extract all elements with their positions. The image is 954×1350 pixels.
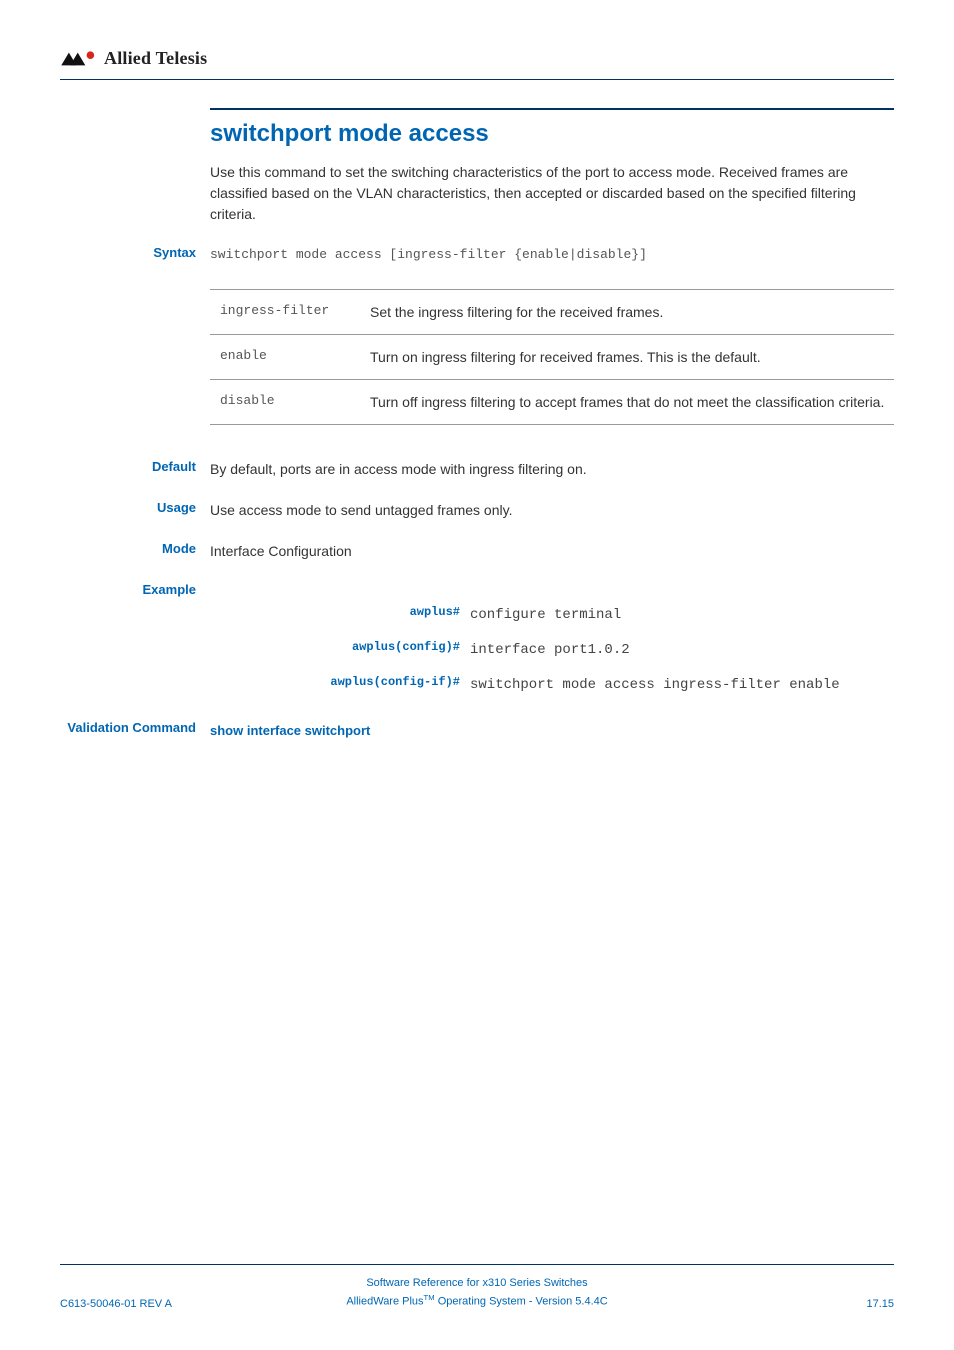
example-prompt: awplus(config)# bbox=[210, 640, 470, 654]
param-desc: Turn on ingress filtering for received f… bbox=[370, 334, 894, 379]
validation-link[interactable]: show interface switchport bbox=[210, 723, 370, 738]
allied-telesis-icon bbox=[60, 50, 98, 68]
param-desc: Set the ingress filtering for the receiv… bbox=[370, 289, 894, 334]
page-footer: C613-50046-01 REV A Software Reference f… bbox=[60, 1264, 894, 1310]
param-name: ingress-filter bbox=[210, 289, 370, 334]
example-line: awplus# configure terminal bbox=[210, 605, 894, 626]
mode-label: Mode bbox=[60, 541, 210, 556]
parameter-table: ingress-filter Set the ingress filtering… bbox=[210, 289, 894, 426]
footer-page-number: 17.15 bbox=[686, 1298, 895, 1310]
footer-title: Software Reference for x310 Series Switc… bbox=[269, 1275, 686, 1292]
example-label: Example bbox=[60, 582, 210, 597]
param-desc: Turn off ingress filtering to accept fra… bbox=[370, 380, 894, 425]
footer-divider bbox=[60, 1264, 894, 1265]
default-text: By default, ports are in access mode wit… bbox=[210, 459, 894, 480]
usage-label: Usage bbox=[60, 500, 210, 515]
brand-logo: Allied Telesis bbox=[60, 48, 894, 69]
example-command: configure terminal bbox=[470, 605, 894, 626]
footer-subtitle: AlliedWare PlusTM Operating System - Ver… bbox=[269, 1292, 686, 1310]
footer-tm: TM bbox=[424, 1293, 435, 1302]
table-row: enable Turn on ingress filtering for rec… bbox=[210, 334, 894, 379]
example-command: interface port1.0.2 bbox=[470, 640, 894, 661]
mode-text: Interface Configuration bbox=[210, 541, 894, 562]
syntax-label: Syntax bbox=[60, 245, 210, 260]
table-row: ingress-filter Set the ingress filtering… bbox=[210, 289, 894, 334]
param-name: disable bbox=[210, 380, 370, 425]
footer-row: C613-50046-01 REV A Software Reference f… bbox=[60, 1275, 894, 1310]
param-name: enable bbox=[210, 334, 370, 379]
footer-doc-id: C613-50046-01 REV A bbox=[60, 1298, 269, 1310]
header-divider bbox=[60, 79, 894, 80]
validation-section: Validation Command show interface switch… bbox=[210, 720, 894, 741]
intro-text: Use this command to set the switching ch… bbox=[210, 162, 894, 225]
command-title: switchport mode access bbox=[210, 120, 894, 148]
example-block: awplus# configure terminal awplus(config… bbox=[210, 605, 894, 696]
main-content: switchport mode access Use this command … bbox=[210, 108, 894, 741]
example-line: awplus(config)# interface port1.0.2 bbox=[210, 640, 894, 661]
example-prompt: awplus(config-if)# bbox=[210, 675, 470, 689]
title-divider bbox=[210, 108, 894, 110]
syntax-text: switchport mode access [ingress-filter {… bbox=[210, 245, 894, 265]
table-row: disable Turn off ingress filtering to ac… bbox=[210, 380, 894, 425]
syntax-section: Syntax switchport mode access [ingress-f… bbox=[210, 245, 894, 265]
mode-section: Mode Interface Configuration bbox=[210, 541, 894, 562]
brand-text: Allied Telesis bbox=[104, 48, 207, 69]
validation-label: Validation Command bbox=[60, 720, 210, 737]
usage-text: Use access mode to send untagged frames … bbox=[210, 500, 894, 521]
default-section: Default By default, ports are in access … bbox=[210, 459, 894, 480]
example-command: switchport mode access ingress-filter en… bbox=[470, 675, 894, 696]
example-section: Example bbox=[210, 582, 894, 597]
example-prompt: awplus# bbox=[210, 605, 470, 619]
example-line: awplus(config-if)# switchport mode acces… bbox=[210, 675, 894, 696]
default-label: Default bbox=[60, 459, 210, 474]
usage-section: Usage Use access mode to send untagged f… bbox=[210, 500, 894, 521]
footer-product: AlliedWare Plus bbox=[346, 1296, 423, 1308]
footer-version: Operating System - Version 5.4.4C bbox=[435, 1296, 608, 1308]
footer-center: Software Reference for x310 Series Switc… bbox=[269, 1275, 686, 1310]
